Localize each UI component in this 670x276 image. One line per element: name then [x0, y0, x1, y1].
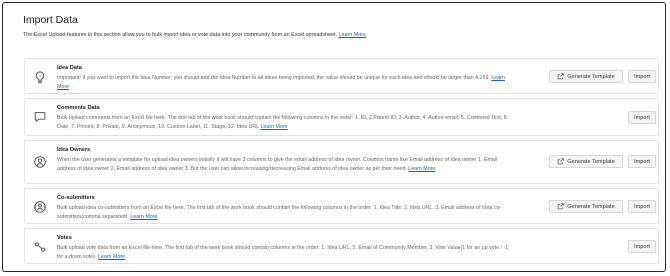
- generate-template-label: Generate Template: [567, 158, 615, 165]
- lightbulb-icon: [33, 70, 47, 84]
- row-idea-owners: Idea Owners When the user generates a te…: [24, 140, 659, 184]
- row-text: Co-submitters Bulk upload idea co-submit…: [57, 195, 513, 222]
- row-text: Idea Data Important! If you want to impo…: [57, 65, 513, 92]
- import-sections: Idea Data Important! If you want to impo…: [24, 58, 659, 264]
- generate-template-button[interactable]: Generate Template: [549, 200, 623, 213]
- row-learn-more-link[interactable]: Learn More: [98, 254, 125, 260]
- row-text: Votes Bulk upload vote data from an Exce…: [57, 235, 513, 262]
- generate-template-button[interactable]: Generate Template: [549, 155, 623, 168]
- row-description: Bulk upload comments from an Excel file …: [57, 114, 513, 132]
- intro-text: The Excel Upload features in this sectio…: [23, 32, 366, 38]
- generate-template-label: Generate Template: [567, 73, 615, 80]
- row-idea-data: Idea Data Important! If you want to impo…: [24, 58, 659, 94]
- generate-template-label: Generate Template: [567, 203, 615, 210]
- row-title: Idea Owners: [57, 147, 91, 153]
- row-description: Important! If you want to import the Ide…: [57, 74, 513, 92]
- cosubmitter-icon: [33, 200, 47, 214]
- page-title: Import Data: [23, 14, 78, 26]
- export-icon: [557, 158, 564, 165]
- import-button[interactable]: Import: [628, 111, 656, 124]
- import-button[interactable]: Import: [628, 200, 656, 213]
- generate-template-button[interactable]: Generate Template: [549, 70, 623, 83]
- comment-icon: [33, 110, 47, 124]
- row-description-text: Bulk upload idea co-submitters from an E…: [57, 205, 502, 220]
- import-data-panel: Import Data The Excel Upload features in…: [2, 2, 666, 272]
- import-button[interactable]: Import: [628, 240, 656, 253]
- row-description-text: Important! If you want to import the Ide…: [57, 75, 490, 81]
- row-co-submitters: Co-submitters Bulk upload idea co-submit…: [24, 188, 659, 224]
- intro-description: The Excel Upload features in this sectio…: [23, 32, 338, 38]
- row-title: Comments Data: [57, 105, 100, 111]
- import-button[interactable]: Import: [628, 155, 656, 168]
- row-learn-more-link[interactable]: Learn More: [260, 124, 287, 130]
- row-title: Co-submitters: [57, 195, 95, 201]
- row-text: Comments Data Bulk upload comments from …: [57, 105, 513, 132]
- row-learn-more-link[interactable]: Learn More: [130, 214, 157, 220]
- row-votes: Votes Bulk upload vote data from an Exce…: [24, 228, 659, 264]
- user-icon: [33, 155, 47, 169]
- row-description: Bulk upload idea co-submitters from an E…: [57, 204, 513, 222]
- intro-learn-more-link[interactable]: Learn More: [339, 32, 367, 38]
- row-comments-data: Comments Data Bulk upload comments from …: [24, 98, 659, 136]
- row-text: Idea Owners When the user generates a te…: [57, 147, 513, 174]
- row-title: Idea Data: [57, 65, 82, 71]
- export-icon: [557, 203, 564, 210]
- votes-icon: [33, 240, 47, 254]
- row-learn-more-link[interactable]: Learn More: [408, 166, 435, 172]
- row-description: When the user generates a template for u…: [57, 156, 513, 174]
- row-description: Bulk upload vote data from an Excel file…: [57, 244, 513, 262]
- export-icon: [557, 73, 564, 80]
- import-button[interactable]: Import: [628, 70, 656, 83]
- row-title: Votes: [57, 235, 72, 241]
